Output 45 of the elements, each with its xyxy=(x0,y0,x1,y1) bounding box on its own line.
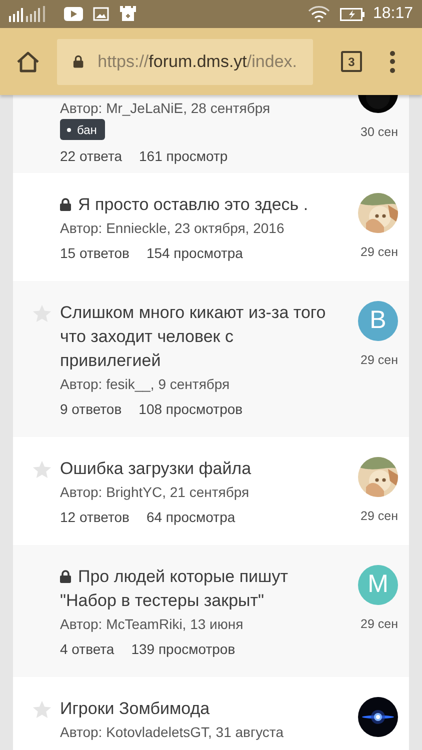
topic-title[interactable]: Игроки Зомбимода xyxy=(60,697,334,721)
topic-title[interactable]: Ошибка загрузки файла xyxy=(60,457,334,481)
view-count: 108 просмотров xyxy=(138,400,243,418)
topic-title[interactable]: Слишком много кикают из-за того что заходит человек с привилегией xyxy=(60,301,334,373)
url-text: https://forum.dms.yt/index. xyxy=(98,50,297,73)
star-icon[interactable] xyxy=(32,700,52,719)
address-bar[interactable]: https://forum.dms.yt/index. xyxy=(57,38,313,84)
author-line: Автор: Mr_JeLaNiE, 28 сентября xyxy=(60,99,272,117)
video-icon xyxy=(64,7,83,21)
topic-date: 30 сен xyxy=(360,124,398,141)
tag-label[interactable]: бан xyxy=(60,119,105,140)
clock-time: 18:17 xyxy=(372,4,413,24)
topic-date: 29 сен xyxy=(360,244,398,261)
lock-icon xyxy=(60,570,71,583)
battery-icon xyxy=(340,8,365,20)
topic-date: 29 сен xyxy=(360,616,398,633)
view-count: 139 просмотров xyxy=(131,640,236,658)
view-count: 64 просмотра xyxy=(146,508,236,526)
letter-avatar: M xyxy=(358,565,398,605)
author-line: Автор: McTeamRiki, 13 июня xyxy=(60,615,244,633)
reply-count: 9 ответов xyxy=(60,400,122,418)
tab-count-button[interactable]: 3 xyxy=(341,51,362,72)
image-icon xyxy=(93,7,109,21)
author-line: Автор: Ennieckle, 23 октября, 2016 xyxy=(60,219,286,237)
topic-title[interactable]: Я просто оставлю это здесь . xyxy=(60,193,334,217)
topic-title[interactable]: Про людей которые пишут "Набор в тестеры закрыт" xyxy=(60,565,334,613)
reply-count: 15 ответов xyxy=(60,244,130,262)
wifi-icon xyxy=(308,6,330,22)
menu-button[interactable] xyxy=(389,50,395,72)
view-count: 154 просмотра xyxy=(146,244,243,262)
topic-date: 29 сен xyxy=(360,508,398,525)
reply-count: 22 ответа xyxy=(60,147,122,165)
author-line: Автор: BrightYC, 21 сентября xyxy=(60,483,250,501)
star-icon[interactable] xyxy=(32,460,52,479)
lock-icon xyxy=(60,198,71,211)
author-line: Автор: KotovladeletsGT, 31 августа xyxy=(60,723,284,741)
letter-avatar: B xyxy=(358,301,398,341)
castle-icon xyxy=(119,6,137,22)
reply-count: 12 ответов xyxy=(60,508,130,526)
reply-count: 4 ответа xyxy=(60,640,114,658)
lock-icon xyxy=(73,54,84,69)
author-line: Автор: fesik__, 9 сентября xyxy=(60,375,231,393)
home-button[interactable] xyxy=(16,50,40,74)
view-count: 161 просмотр xyxy=(139,147,228,165)
topic-date: 29 сен xyxy=(360,352,398,369)
